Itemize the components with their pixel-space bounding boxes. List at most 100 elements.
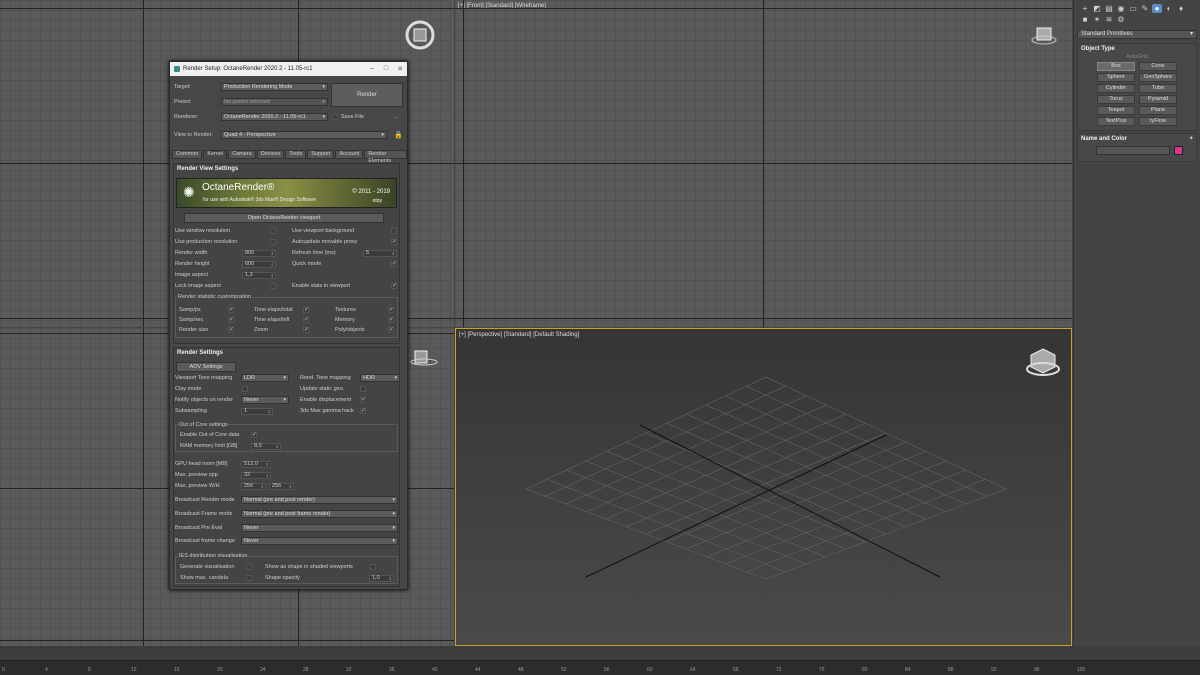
perspective-viewport[interactable]: [+] [Perspective] [Standard] [Default Sh… bbox=[455, 328, 1072, 646]
tab-kernel[interactable]: Kernel bbox=[203, 150, 228, 159]
gpu-headroom-spinner[interactable]: 512,0 bbox=[241, 461, 271, 468]
tab-common[interactable]: Common bbox=[172, 150, 203, 159]
stat-checkbox[interactable]: ✓ bbox=[303, 317, 309, 323]
view-to-render-dropdown[interactable]: Quad 4 - Perspective bbox=[221, 131, 387, 139]
spacewarps-icon[interactable]: ≋ bbox=[1104, 15, 1114, 24]
viewcube-top[interactable] bbox=[405, 20, 435, 50]
panel-title[interactable]: Render Settings bbox=[174, 348, 399, 358]
rvs-right-checkbox[interactable]: ✓ bbox=[391, 261, 397, 267]
rvs-spinner[interactable]: 600 bbox=[242, 261, 276, 268]
tab-camera[interactable]: Camera bbox=[228, 150, 256, 159]
systems-icon[interactable]: ⚙ bbox=[1116, 15, 1126, 24]
refresh-spinner[interactable]: 5 bbox=[363, 250, 397, 257]
primitive-button-cylinder[interactable]: Cylinder bbox=[1097, 84, 1135, 93]
primitive-button-torus[interactable]: Torus bbox=[1097, 95, 1135, 104]
rvs-left-checkbox[interactable] bbox=[270, 283, 276, 289]
show-max-checkbox[interactable] bbox=[246, 575, 252, 581]
rvs-spinner[interactable]: 800 bbox=[242, 250, 276, 257]
bfc-dropdown[interactable]: Never bbox=[241, 537, 398, 545]
tab-tools[interactable]: Tools bbox=[285, 150, 307, 159]
primitive-button-geosphere[interactable]: GeoSphere bbox=[1139, 73, 1177, 82]
track-bar-ruler[interactable]: 0 4 8 12 16 20 24 28 32 36 40 44 48 52 56 60 64 68 72 76 80 8… bbox=[0, 660, 1200, 675]
vtm-dropdown[interactable]: LDR bbox=[241, 374, 289, 382]
viewcube-front[interactable] bbox=[1030, 26, 1058, 48]
ram-spinner[interactable]: 8,0 bbox=[251, 443, 281, 450]
display-icon[interactable]: ▭ bbox=[1128, 4, 1138, 13]
modify-icon[interactable]: ◩ bbox=[1092, 4, 1102, 13]
stat-checkbox[interactable]: ✓ bbox=[388, 317, 394, 323]
primitive-button-box[interactable]: Box bbox=[1097, 62, 1135, 71]
open-viewport-button[interactable]: Open OctaneRender viewport bbox=[184, 213, 384, 223]
max-preview-w-spinner[interactable]: 256 bbox=[241, 483, 266, 490]
object-name-input[interactable] bbox=[1096, 146, 1170, 155]
bfm-dropdown[interactable]: Normal (pre and post frame render) bbox=[241, 510, 398, 518]
stat-checkbox[interactable]: ✓ bbox=[228, 307, 234, 313]
rtm-dropdown[interactable]: HDR bbox=[360, 374, 400, 382]
helpers-icon[interactable]: ✶ bbox=[1092, 15, 1102, 24]
notify-dropdown[interactable]: Never bbox=[241, 396, 289, 404]
minimize-icon[interactable]: – bbox=[365, 65, 379, 73]
tab-devices[interactable]: Devices bbox=[256, 150, 285, 159]
time-slider[interactable] bbox=[0, 646, 1200, 660]
primitive-button-plane[interactable]: Plane bbox=[1139, 106, 1177, 115]
stat-checkbox[interactable]: ✓ bbox=[228, 317, 234, 323]
clay-mode-checkbox[interactable] bbox=[242, 386, 248, 392]
primitive-button-cone[interactable]: Cone bbox=[1139, 62, 1177, 71]
geometry-icon[interactable]: ● bbox=[1152, 4, 1162, 13]
primitive-button-textplus[interactable]: TextPlus bbox=[1097, 117, 1135, 126]
primitive-button-tube[interactable]: Tube bbox=[1139, 84, 1177, 93]
rvs-right-checkbox[interactable]: ✓ bbox=[391, 283, 397, 289]
rvs-right-checkbox[interactable] bbox=[391, 228, 397, 234]
preset-dropdown[interactable]: No preset selected bbox=[221, 98, 328, 106]
rollout-title[interactable]: Object Type bbox=[1081, 46, 1115, 52]
shape-opacity-spinner[interactable]: 1,0 bbox=[369, 575, 394, 582]
lock-icon[interactable]: 🔒 bbox=[394, 131, 403, 139]
dialog-titlebar[interactable]: Render Setup: OctaneRender 2020.2 - 11.0… bbox=[170, 62, 407, 76]
stat-checkbox[interactable]: ✓ bbox=[228, 327, 234, 333]
cameras-icon[interactable]: ■ bbox=[1080, 15, 1090, 24]
panel-title[interactable]: Render View Settings bbox=[174, 164, 399, 174]
primitive-button-pyramid[interactable]: Pyramid bbox=[1139, 95, 1177, 104]
close-icon[interactable]: ✕ bbox=[393, 65, 407, 73]
show-shape-checkbox[interactable] bbox=[370, 564, 376, 570]
gen-vis-checkbox[interactable] bbox=[246, 564, 252, 570]
viewcube-perspective[interactable] bbox=[1026, 347, 1060, 376]
tab-support[interactable]: Support bbox=[307, 150, 335, 159]
enable-disp-checkbox[interactable]: ✓ bbox=[360, 397, 366, 403]
primitive-button-sphere[interactable]: Sphere bbox=[1097, 73, 1135, 82]
renderer-dropdown[interactable]: OctaneRender 2020.2 - 11.05-rc1 bbox=[221, 113, 328, 121]
primitive-button-tyflow[interactable]: tyFlow bbox=[1139, 117, 1177, 126]
front-viewport[interactable]: [+] [Front] [Standard] [Wireframe] bbox=[455, 0, 1072, 327]
motion-icon[interactable]: ◉ bbox=[1116, 4, 1126, 13]
utilities-icon[interactable]: ✎ bbox=[1140, 4, 1150, 13]
rvs-right-checkbox[interactable]: ✓ bbox=[391, 239, 397, 245]
render-button[interactable]: Render bbox=[331, 83, 403, 107]
primitive-type-dropdown[interactable]: Standard Primitives bbox=[1077, 30, 1197, 39]
subsampling-spinner[interactable]: 1 bbox=[241, 408, 273, 415]
update-static-checkbox[interactable] bbox=[360, 386, 366, 392]
stat-checkbox[interactable]: ✓ bbox=[303, 327, 309, 333]
save-file-checkbox[interactable] bbox=[332, 114, 338, 120]
bpe-dropdown[interactable]: Never bbox=[241, 524, 398, 532]
rvs-spinner[interactable]: 1,3 bbox=[242, 272, 276, 279]
stat-checkbox[interactable]: ✓ bbox=[388, 307, 394, 313]
lights-icon[interactable]: ♦ bbox=[1176, 4, 1186, 13]
rvs-left-checkbox[interactable] bbox=[270, 239, 276, 245]
ooc-enable-checkbox[interactable]: ✓ bbox=[251, 432, 257, 438]
browse-button[interactable]: ... bbox=[394, 114, 399, 120]
rvs-left-checkbox[interactable] bbox=[270, 228, 276, 234]
maximize-icon[interactable]: □ bbox=[379, 65, 393, 73]
hierarchy-icon[interactable]: ▤ bbox=[1104, 4, 1114, 13]
aov-settings-button[interactable]: AOV Settings bbox=[176, 362, 236, 372]
color-swatch[interactable] bbox=[1174, 146, 1183, 155]
gamma-hack-checkbox[interactable]: ✓ bbox=[360, 408, 366, 414]
primitive-button-teapot[interactable]: Teapot bbox=[1097, 106, 1135, 115]
create-icon[interactable]: + bbox=[1080, 4, 1090, 13]
stat-checkbox[interactable]: ✓ bbox=[303, 307, 309, 313]
target-dropdown[interactable]: Production Rendering Mode bbox=[221, 83, 328, 91]
brm-dropdown[interactable]: Normal (pre and post render) bbox=[241, 496, 398, 504]
viewcube-left[interactable] bbox=[410, 348, 438, 370]
tab-account[interactable]: Account bbox=[335, 150, 364, 159]
shapes-icon[interactable]: ◐ bbox=[1164, 4, 1174, 13]
stat-checkbox[interactable]: ✓ bbox=[388, 327, 394, 333]
